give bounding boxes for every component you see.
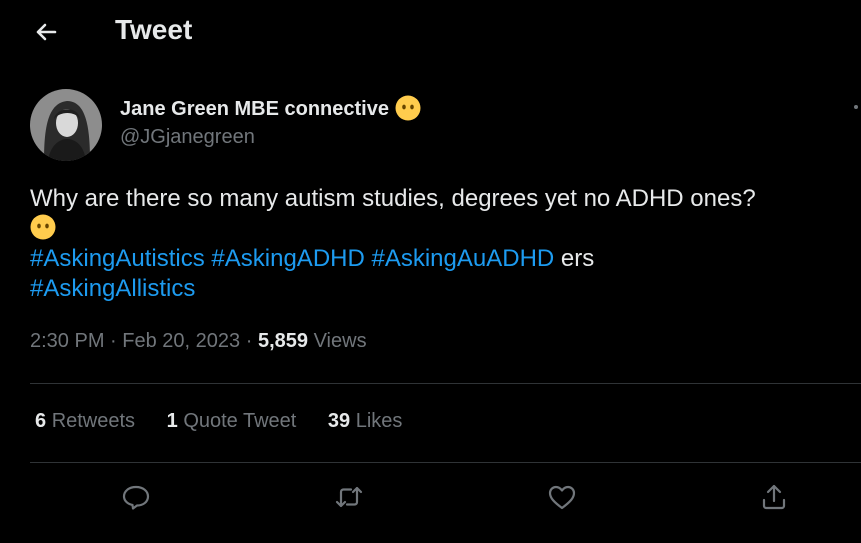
like-icon <box>548 485 576 510</box>
meta-separator: · <box>245 330 253 352</box>
hashtag-link[interactable]: #AskingAuADHD <box>371 245 554 272</box>
avatar[interactable] <box>30 89 102 161</box>
page-title: Tweet <box>115 14 193 45</box>
hashtag-link[interactable]: #AskingAllistics <box>30 275 195 302</box>
hashtag-link[interactable]: #AskingAutistics <box>30 245 205 272</box>
views-count: 5,859 <box>257 330 309 352</box>
tweet-date[interactable]: Feb 20, 2023 <box>122 330 240 352</box>
tweet-text: Why are there so many autism studies, de… <box>30 184 840 304</box>
author-handle[interactable]: @JGjanegreen <box>120 126 255 149</box>
back-button[interactable] <box>30 16 62 48</box>
likes-count: 39 <box>327 410 351 432</box>
tweet-trailing-text: ers <box>554 245 595 272</box>
tweet-emoji-line <box>30 214 840 244</box>
divider <box>30 462 861 463</box>
quotes-label: Quote Tweet <box>183 410 297 432</box>
hashtag-link[interactable]: #AskingADHD <box>211 245 364 272</box>
quote-tweets-stat[interactable]: 1 Quote Tweet <box>167 410 297 433</box>
tweet-text-line: Why are there so many autism studies, de… <box>30 185 756 212</box>
views-label: Views <box>313 330 367 352</box>
author-name-text: Jane Green MBE connective <box>120 98 389 120</box>
likes-label: Likes <box>355 410 403 432</box>
retweet-button[interactable] <box>332 480 366 514</box>
arrow-left-icon <box>36 23 57 41</box>
more-options-icon[interactable] <box>854 105 858 109</box>
quotes-count: 1 <box>166 410 178 432</box>
likes-stat[interactable]: 39 Likes <box>328 410 403 433</box>
retweet-icon <box>335 486 363 508</box>
speechless-face-emoji-icon <box>30 214 56 240</box>
retweets-stat[interactable]: 6 Retweets <box>35 410 135 433</box>
author-name[interactable]: Jane Green MBE connective <box>120 95 421 121</box>
share-button[interactable] <box>757 480 791 514</box>
reply-button[interactable] <box>119 480 153 514</box>
engagement-stats: 6 Retweets 1 Quote Tweet 39 Likes <box>35 410 428 433</box>
tweet-meta: 2:30 PM · Feb 20, 2023 · 5,859 Views <box>30 330 367 353</box>
meta-separator: · <box>110 330 117 352</box>
speechless-face-emoji-icon <box>395 95 421 121</box>
header-bar: Tweet <box>0 0 861 64</box>
tweet-hashtag-line: #AskingAllistics <box>30 274 840 304</box>
divider <box>30 383 861 384</box>
tweet-time[interactable]: 2:30 PM <box>30 330 104 352</box>
share-icon <box>762 484 786 510</box>
like-button[interactable] <box>545 480 579 514</box>
reply-icon <box>122 485 150 510</box>
tweet-hashtag-line: #AskingAutistics #AskingADHD #AskingAuAD… <box>30 244 840 274</box>
retweets-label: Retweets <box>51 410 136 432</box>
retweets-count: 6 <box>35 410 47 432</box>
